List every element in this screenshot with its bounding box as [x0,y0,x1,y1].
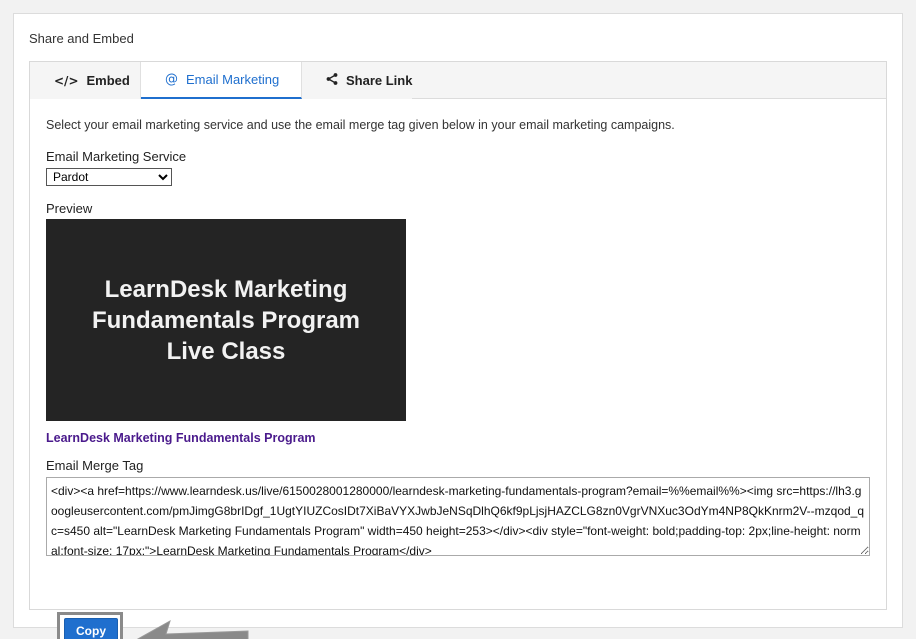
section-title: Share and Embed [29,31,134,46]
share-card: </> Embed @ Email Marketing Share Link S… [29,61,887,639]
preview-image-text: LearnDesk Marketing Fundamentals Program… [91,275,361,365]
intro-text: Select your email marketing service and … [46,118,675,132]
at-icon: @ [165,72,178,87]
tab-embed[interactable]: </> Embed [30,62,141,99]
share-embed-panel: Share and Embed </> Embed @ Email Market… [13,13,903,639]
pointer-arrow-icon [136,619,249,639]
service-label: Email Marketing Service [46,149,187,164]
tab-email-marketing[interactable]: @ Email Marketing [141,62,302,99]
tab-email-marketing-label: Email Marketing [186,72,280,87]
tab-share-link-label: Share Link [346,73,413,88]
merge-tag-textarea[interactable]: <div><a href=https://www.learndesk.us/li… [46,477,870,556]
code-icon: </> [54,73,79,88]
preview-image[interactable]: LearnDesk Marketing Fundamentals Program… [46,219,406,421]
service-select[interactable]: Pardot [46,168,172,186]
copy-button[interactable]: Copy [64,618,118,639]
program-title-link[interactable]: LearnDesk Marketing Fundamentals Program [46,431,316,445]
copy-button-highlight: Copy [57,612,123,639]
preview-label: Preview [46,201,93,216]
merge-tag-label: Email Merge Tag [46,458,144,473]
tab-share-link[interactable]: Share Link [302,62,413,99]
tab-bar: </> Embed @ Email Marketing Share Link [30,62,886,99]
share-icon [326,73,338,88]
tab-embed-label: Embed [86,73,130,88]
